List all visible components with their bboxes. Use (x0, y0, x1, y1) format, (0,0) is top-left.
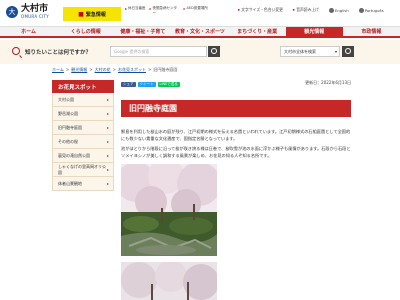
english-link[interactable]: English (328, 7, 349, 13)
scope-search-button[interactable] (342, 46, 354, 57)
text-size-color-link[interactable]: ▸ 文字サイズ・色合い変更 (238, 7, 283, 13)
search-prompt: 知りたいことは何ですか？ (25, 50, 92, 56)
search-area: 知りたいことは何ですか？ Google 提供の検索 大村市全体を検索 ▾ (0, 40, 400, 64)
logo-name: 大村市 (21, 4, 49, 14)
arrow-right-icon: ▸ (106, 181, 109, 186)
sidebar-item-other-cherry[interactable]: その他の桜 ▸ (52, 135, 114, 149)
emergency-label: 緊急情報 (85, 11, 106, 18)
arrow-icon: ▸ (149, 6, 152, 11)
nav-town-industry[interactable]: まちづくり・産業 (229, 27, 286, 36)
night-clinic-link[interactable]: ▸ 夜間急病センター (150, 6, 180, 16)
arrow-icon: ▸ (292, 7, 296, 13)
page-title-bar: 旧円融寺庭園 (121, 100, 351, 117)
breadcrumb-home[interactable]: ホーム (52, 67, 64, 73)
share-buttons: シェア ツイート LINEで送る (121, 82, 180, 87)
arrow-right-icon: ▸ (106, 97, 109, 102)
search-scope-select[interactable]: 大村市全体を検索 ▾ (280, 46, 340, 57)
city-emblem-icon: 大 (6, 5, 18, 18)
sidebar: お花見スポット 大村公園 ▸ 野岳湖公園 ▸ 旧円融寺庭園 ▸ その他の桜 ▸ 裏見の滝… (52, 80, 114, 191)
arrow-right-icon: ▸ (106, 167, 109, 172)
site-logo[interactable]: 大 大村市 OMURA CITY (6, 4, 49, 19)
sidebar-item-nodake-lake[interactable]: 野岳湖公園 ▸ (52, 107, 114, 121)
arrow-icon: ▸ (238, 7, 241, 13)
globe-icon (358, 7, 364, 13)
arrow-right-icon: ▸ (106, 139, 109, 144)
breadcrumb-tourism[interactable]: 観光情報 (71, 67, 87, 73)
description-paragraph-2: 池がほとりから階段に沿って桜が咲き誇る様は圧巻で、桜吹雪が池の水面に浮かぶ様子も… (121, 146, 351, 158)
nav-health-welfare[interactable]: 健康・福祉・子育て (114, 27, 171, 36)
nav-home[interactable]: ホーム (0, 27, 57, 36)
breadcrumb: ホーム > 観光情報 > 大村の花 > お花見スポット > 旧円融寺庭園 (52, 67, 178, 73)
sidebar-item-omura-park[interactable]: 大村公園 ▸ (52, 93, 114, 107)
description-paragraph-1: 鮮島を利用した桜山水の庭が残り、江戸初期の様式を伝える名園といわれています。江戸… (121, 129, 351, 141)
site-header: 大 大村市 OMURA CITY ■ 緊急情報 ▸ 休日当番医 ▸ 夜間急病センター… (0, 0, 400, 26)
logo-subtitle: OMURA CITY (21, 14, 50, 19)
nav-city-government[interactable]: 市政情報 (343, 27, 400, 36)
portuguese-link[interactable]: Português (358, 7, 384, 13)
arrow-right-icon: ▸ (106, 153, 109, 158)
facebook-share-button[interactable]: シェア (121, 82, 136, 87)
garden-photo (121, 164, 217, 256)
nav-education-culture[interactable]: 教育・文化・スポーツ (171, 27, 228, 36)
nav-tourism[interactable]: 観光情報 (285, 27, 343, 36)
line-share-button[interactable]: LINEで送る (157, 82, 180, 87)
search-submit-button[interactable] (208, 46, 220, 57)
sidebar-item-urami-falls[interactable]: 裏見の滝自然公園 ▸ (52, 149, 114, 163)
sidebar-item-enyuji-garden[interactable]: 旧円融寺庭園 ▸ (52, 121, 114, 135)
aed-location-link[interactable]: ▸ AED設置場所 (184, 6, 208, 16)
nav-living[interactable]: くらしの情報 (57, 27, 114, 36)
garden-photo-2 (121, 262, 217, 300)
emergency-info-button[interactable]: ■ 緊急情報 (63, 7, 121, 21)
arrow-right-icon: ▸ (106, 111, 109, 116)
globe-icon (328, 7, 334, 13)
breadcrumb-flowers[interactable]: 大村の花 (95, 67, 111, 73)
sidebar-item-shakunage[interactable]: しゃくなげの里高岡オリ公園 ▸ (52, 163, 114, 177)
updated-date: 更新日：2022年6月13日 (305, 80, 351, 85)
cherry-garden-image (121, 164, 217, 256)
search-icon (12, 47, 20, 55)
sidebar-heading: お花見スポット (52, 80, 114, 93)
warning-icon: ■ (78, 10, 84, 18)
holiday-doctor-link[interactable]: ▸ 休日当番医 (125, 6, 146, 16)
chevron-down-icon: ▾ (334, 49, 337, 54)
cherry-blossom-image (121, 262, 217, 300)
read-aloud-link[interactable]: ▸ 音声読み上げ (293, 7, 319, 13)
breadcrumb-current: 旧円融寺庭園 (153, 67, 178, 72)
search-input[interactable]: Google 提供の検索 (110, 46, 207, 57)
global-nav: ホーム くらしの情報 健康・福祉・子育て 教育・文化・スポーツ まちづくり・産業… (0, 26, 400, 38)
sidebar-item-scenic-area[interactable]: 体者山景観地 ▸ (52, 177, 114, 191)
arrow-icon: ▸ (183, 6, 186, 11)
arrow-icon: ▸ (125, 6, 128, 11)
twitter-share-button[interactable]: ツイート (137, 82, 156, 87)
breadcrumb-spots[interactable]: お花見スポット (118, 67, 146, 73)
page-title: 旧円融寺庭園 (129, 104, 177, 113)
arrow-right-icon: ▸ (106, 125, 109, 130)
